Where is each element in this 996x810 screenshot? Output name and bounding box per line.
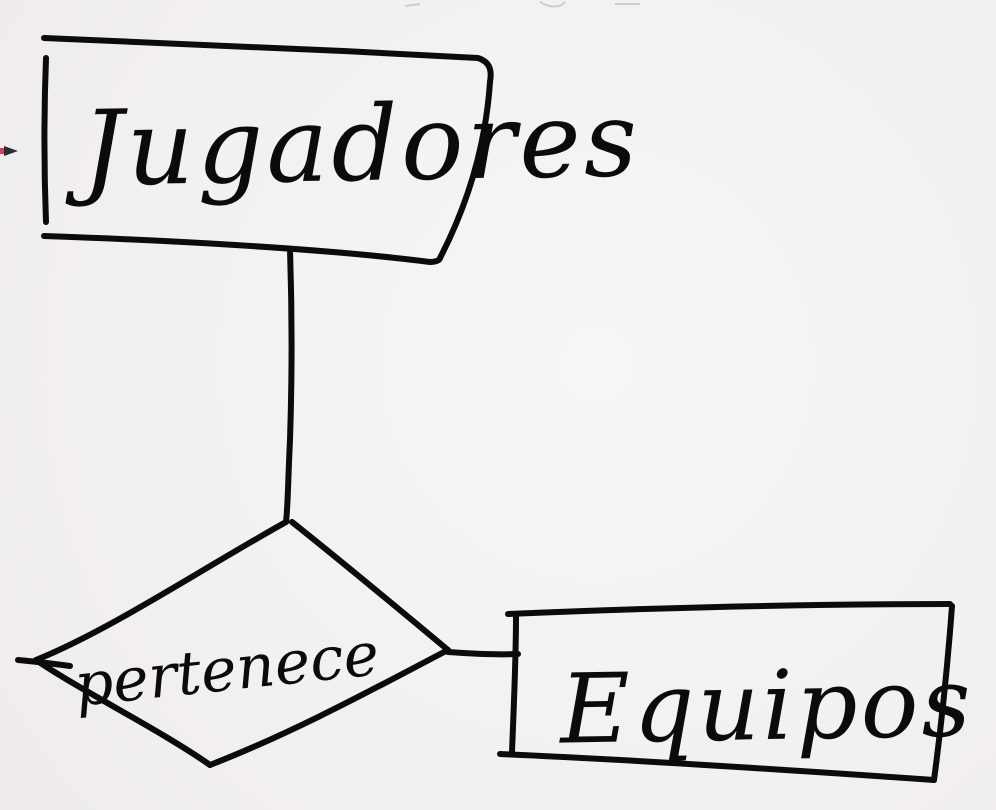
- whiteboard-canvas[interactable]: Jugadores pertenece Equipos: [0, 0, 996, 810]
- entity-label-equipos: Equipos: [559, 646, 975, 766]
- edge-jugadores-pertenece: [283, 247, 295, 525]
- entity-label-jugadores: Jugadores: [80, 78, 642, 210]
- edge-pertenece-equipos: [445, 649, 521, 658]
